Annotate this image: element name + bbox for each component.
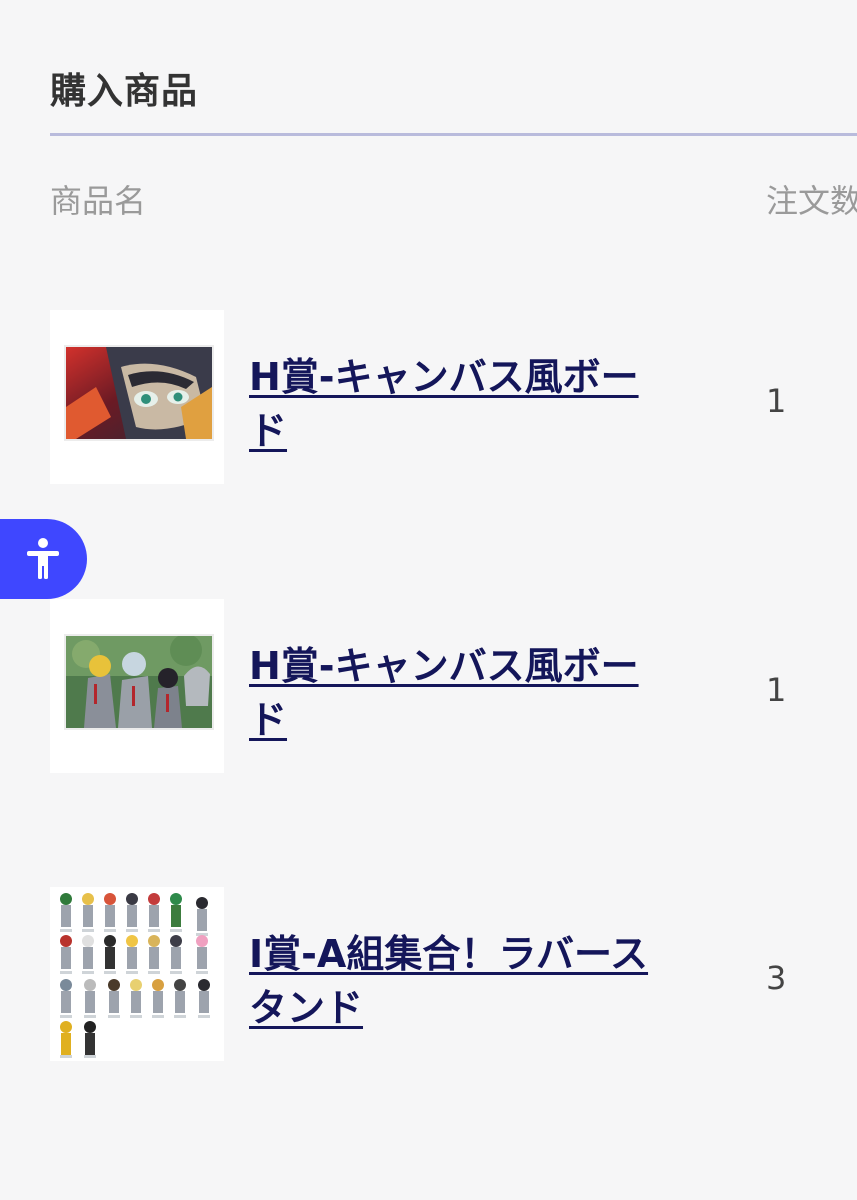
order-quantity: 1 [766, 671, 787, 709]
table-row: H賞-キャンバス風ボード 1 [50, 599, 857, 774]
product-thumbnail[interactable] [50, 887, 224, 1061]
product-link[interactable]: I賞-A組集合！ラバースタンド [249, 927, 669, 1035]
canvas-board-image [64, 345, 214, 441]
order-quantity: 1 [766, 382, 787, 420]
product-thumbnail[interactable] [50, 599, 224, 773]
accessibility-person-icon [27, 538, 59, 579]
order-quantity: 3 [766, 959, 787, 997]
product-link[interactable]: H賞-キャンバス風ボード [249, 639, 669, 747]
accessibility-button[interactable] [0, 519, 87, 599]
column-header-product-name: 商品名 [50, 182, 147, 220]
product-link[interactable]: H賞-キャンバス風ボード [249, 350, 669, 458]
table-row: H賞-キャンバス風ボード 1 [50, 310, 857, 485]
product-thumbnail[interactable] [50, 310, 224, 484]
title-divider [50, 133, 857, 136]
section-title: 購入商品 [50, 71, 199, 112]
rubber-stand-lineup-image [50, 887, 224, 1061]
column-header-quantity: 注文数 [766, 182, 857, 220]
canvas-board-image [64, 634, 214, 730]
table-row: I賞-A組集合！ラバースタンド 3 [50, 887, 857, 1062]
